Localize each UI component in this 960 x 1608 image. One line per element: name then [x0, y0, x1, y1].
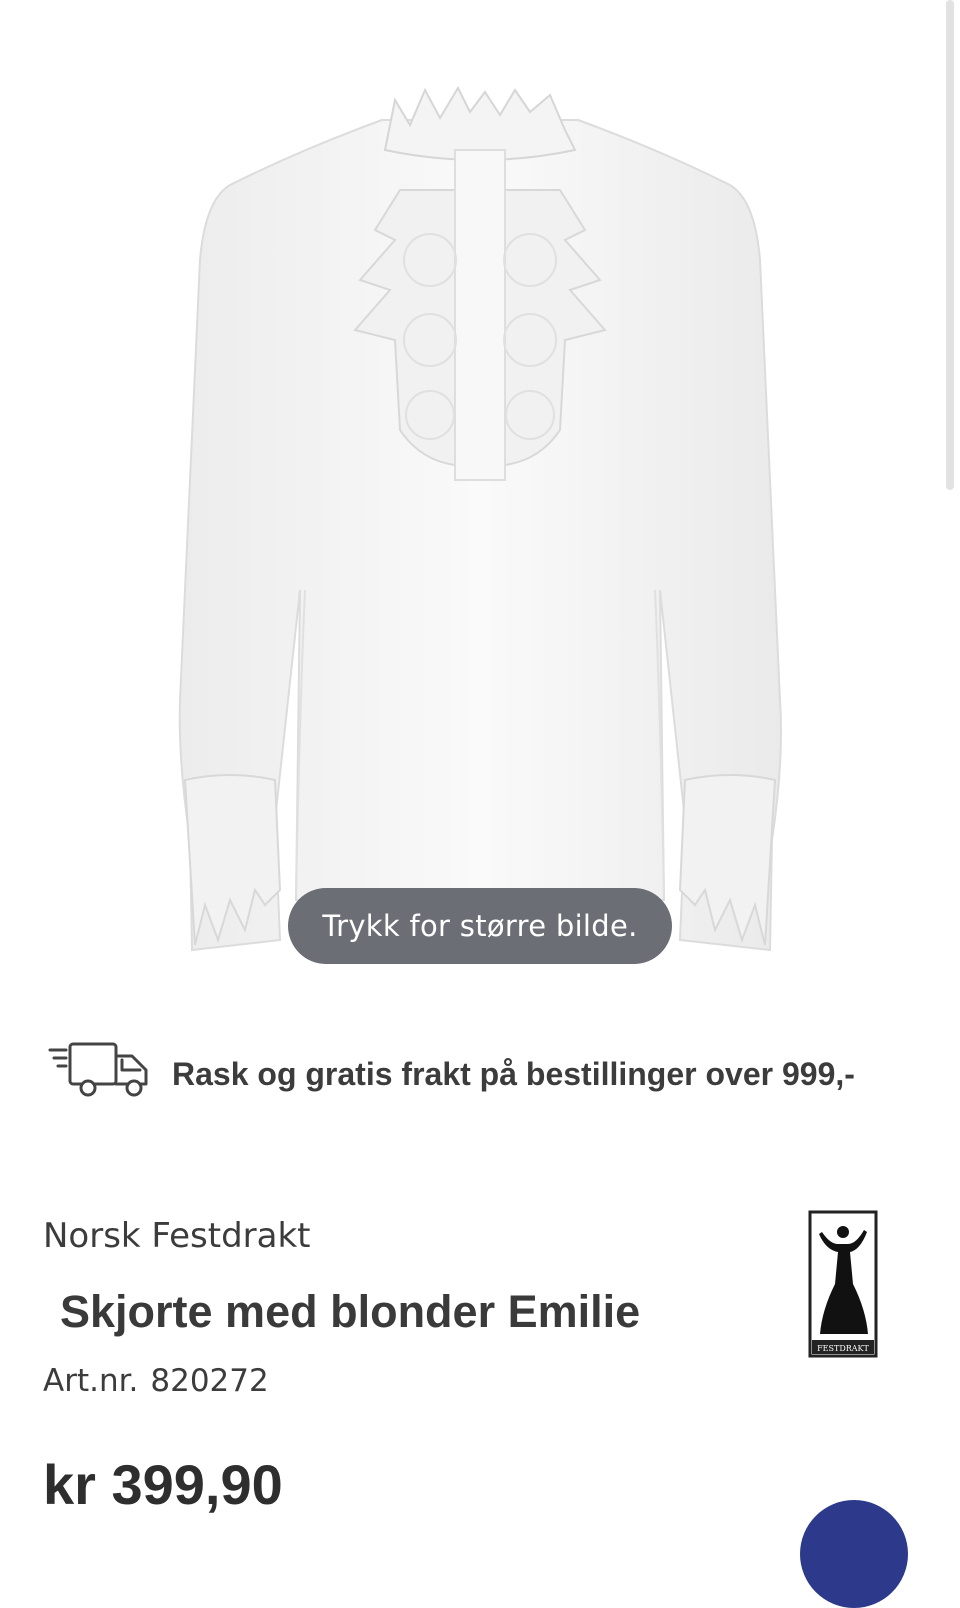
product-price: kr 399,90 [43, 1453, 283, 1516]
brand-logo[interactable]: Norsk FESTDRAKT [808, 1210, 878, 1358]
brand-logo-caption: FESTDRAKT [817, 1344, 869, 1353]
blouse-illustration [178, 85, 782, 952]
article-number: Art.nr. 820272 [43, 1363, 269, 1399]
article-number-value: 820272 [150, 1363, 269, 1399]
floating-action-button[interactable] [800, 1500, 908, 1608]
shipping-info: Rask og gratis frakt på bestillinger ove… [48, 1040, 928, 1120]
delivery-truck-icon [48, 1042, 148, 1097]
article-number-label: Art.nr. [43, 1363, 139, 1399]
brand-name[interactable]: Norsk Festdrakt [43, 1216, 311, 1256]
product-image[interactable]: Trykk for større bilde. [0, 0, 960, 990]
shipping-text: Rask og gratis frakt på bestillinger ove… [172, 1056, 855, 1092]
product-title: Skjorte med blonder Emilie [60, 1286, 641, 1337]
zoom-hint[interactable]: Trykk for større bilde. [288, 888, 672, 964]
brand-logo-script: Norsk [829, 1334, 845, 1340]
